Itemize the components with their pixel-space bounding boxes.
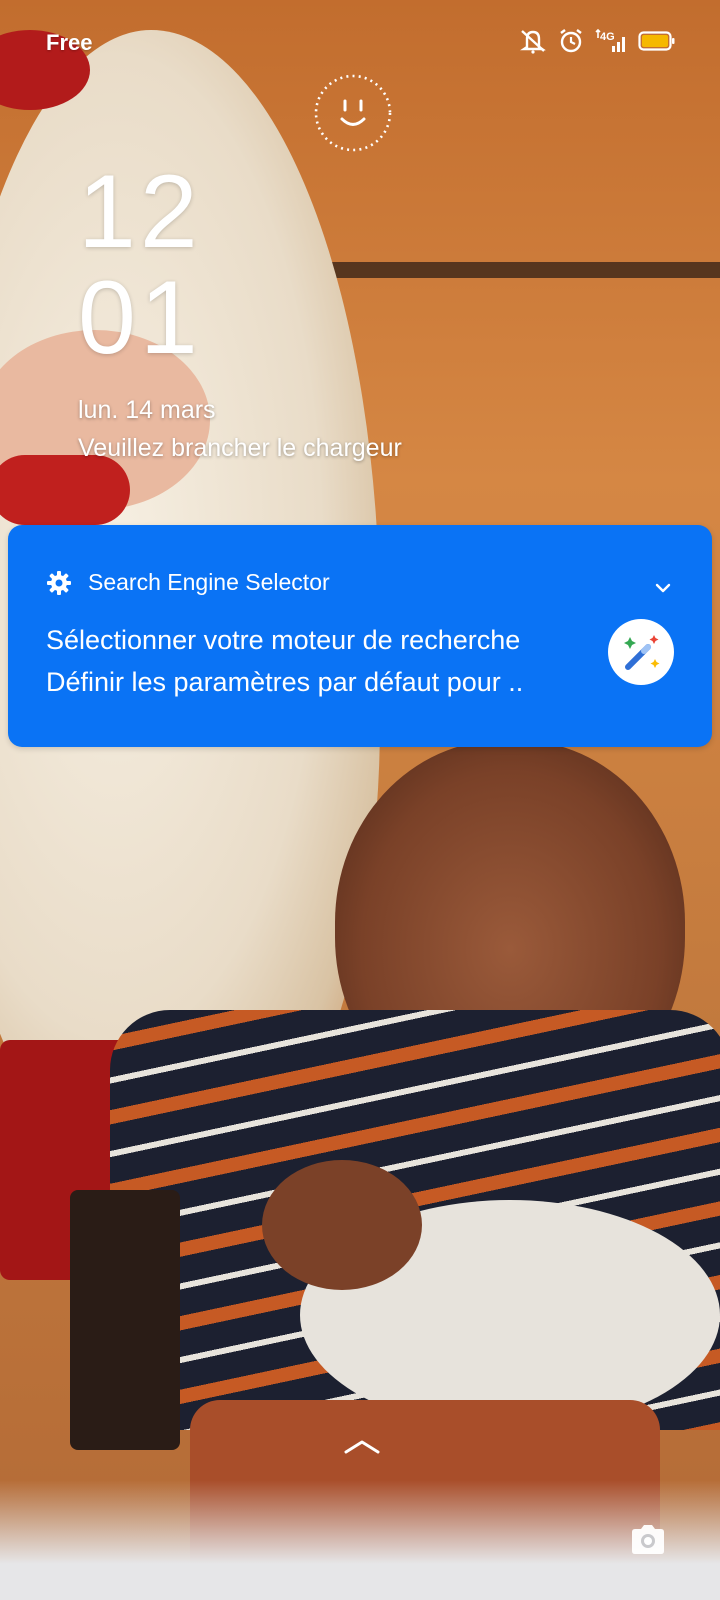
status-icons: 4G [518,28,676,54]
notification-text: Définir les paramètres par défaut pour .… [46,667,524,697]
gear-icon [47,570,71,595]
chevron-down-icon[interactable] [652,577,674,599]
charger-message: Veuillez brancher le chargeur [78,434,402,462]
signal-icon: 4G [595,28,625,52]
notification-app-name: Search Engine Selector [88,569,330,595]
carrier-name: Free [46,30,93,55]
clock-hour: 12 [78,154,202,270]
mute-icon [520,30,546,54]
lock-date: lun. 14 mars [78,396,216,424]
face-unlock-icon[interactable] [312,72,394,154]
lock-clock: 12 01 [78,160,202,372]
clock-minute: 01 [78,260,202,376]
svg-text:4G: 4G [600,31,615,43]
camera-icon[interactable] [626,1518,670,1562]
notification-card[interactable]: Search Engine Selector Sélectionner votr… [8,525,712,747]
notification-header: Search Engine Selector [46,569,330,596]
magic-wand-icon [608,619,674,685]
swipe-up-indicator-icon[interactable] [342,1436,382,1456]
battery-icon [638,31,675,51]
notification-title: Sélectionner votre moteur de recherche [46,625,521,655]
alarm-icon [560,29,582,53]
